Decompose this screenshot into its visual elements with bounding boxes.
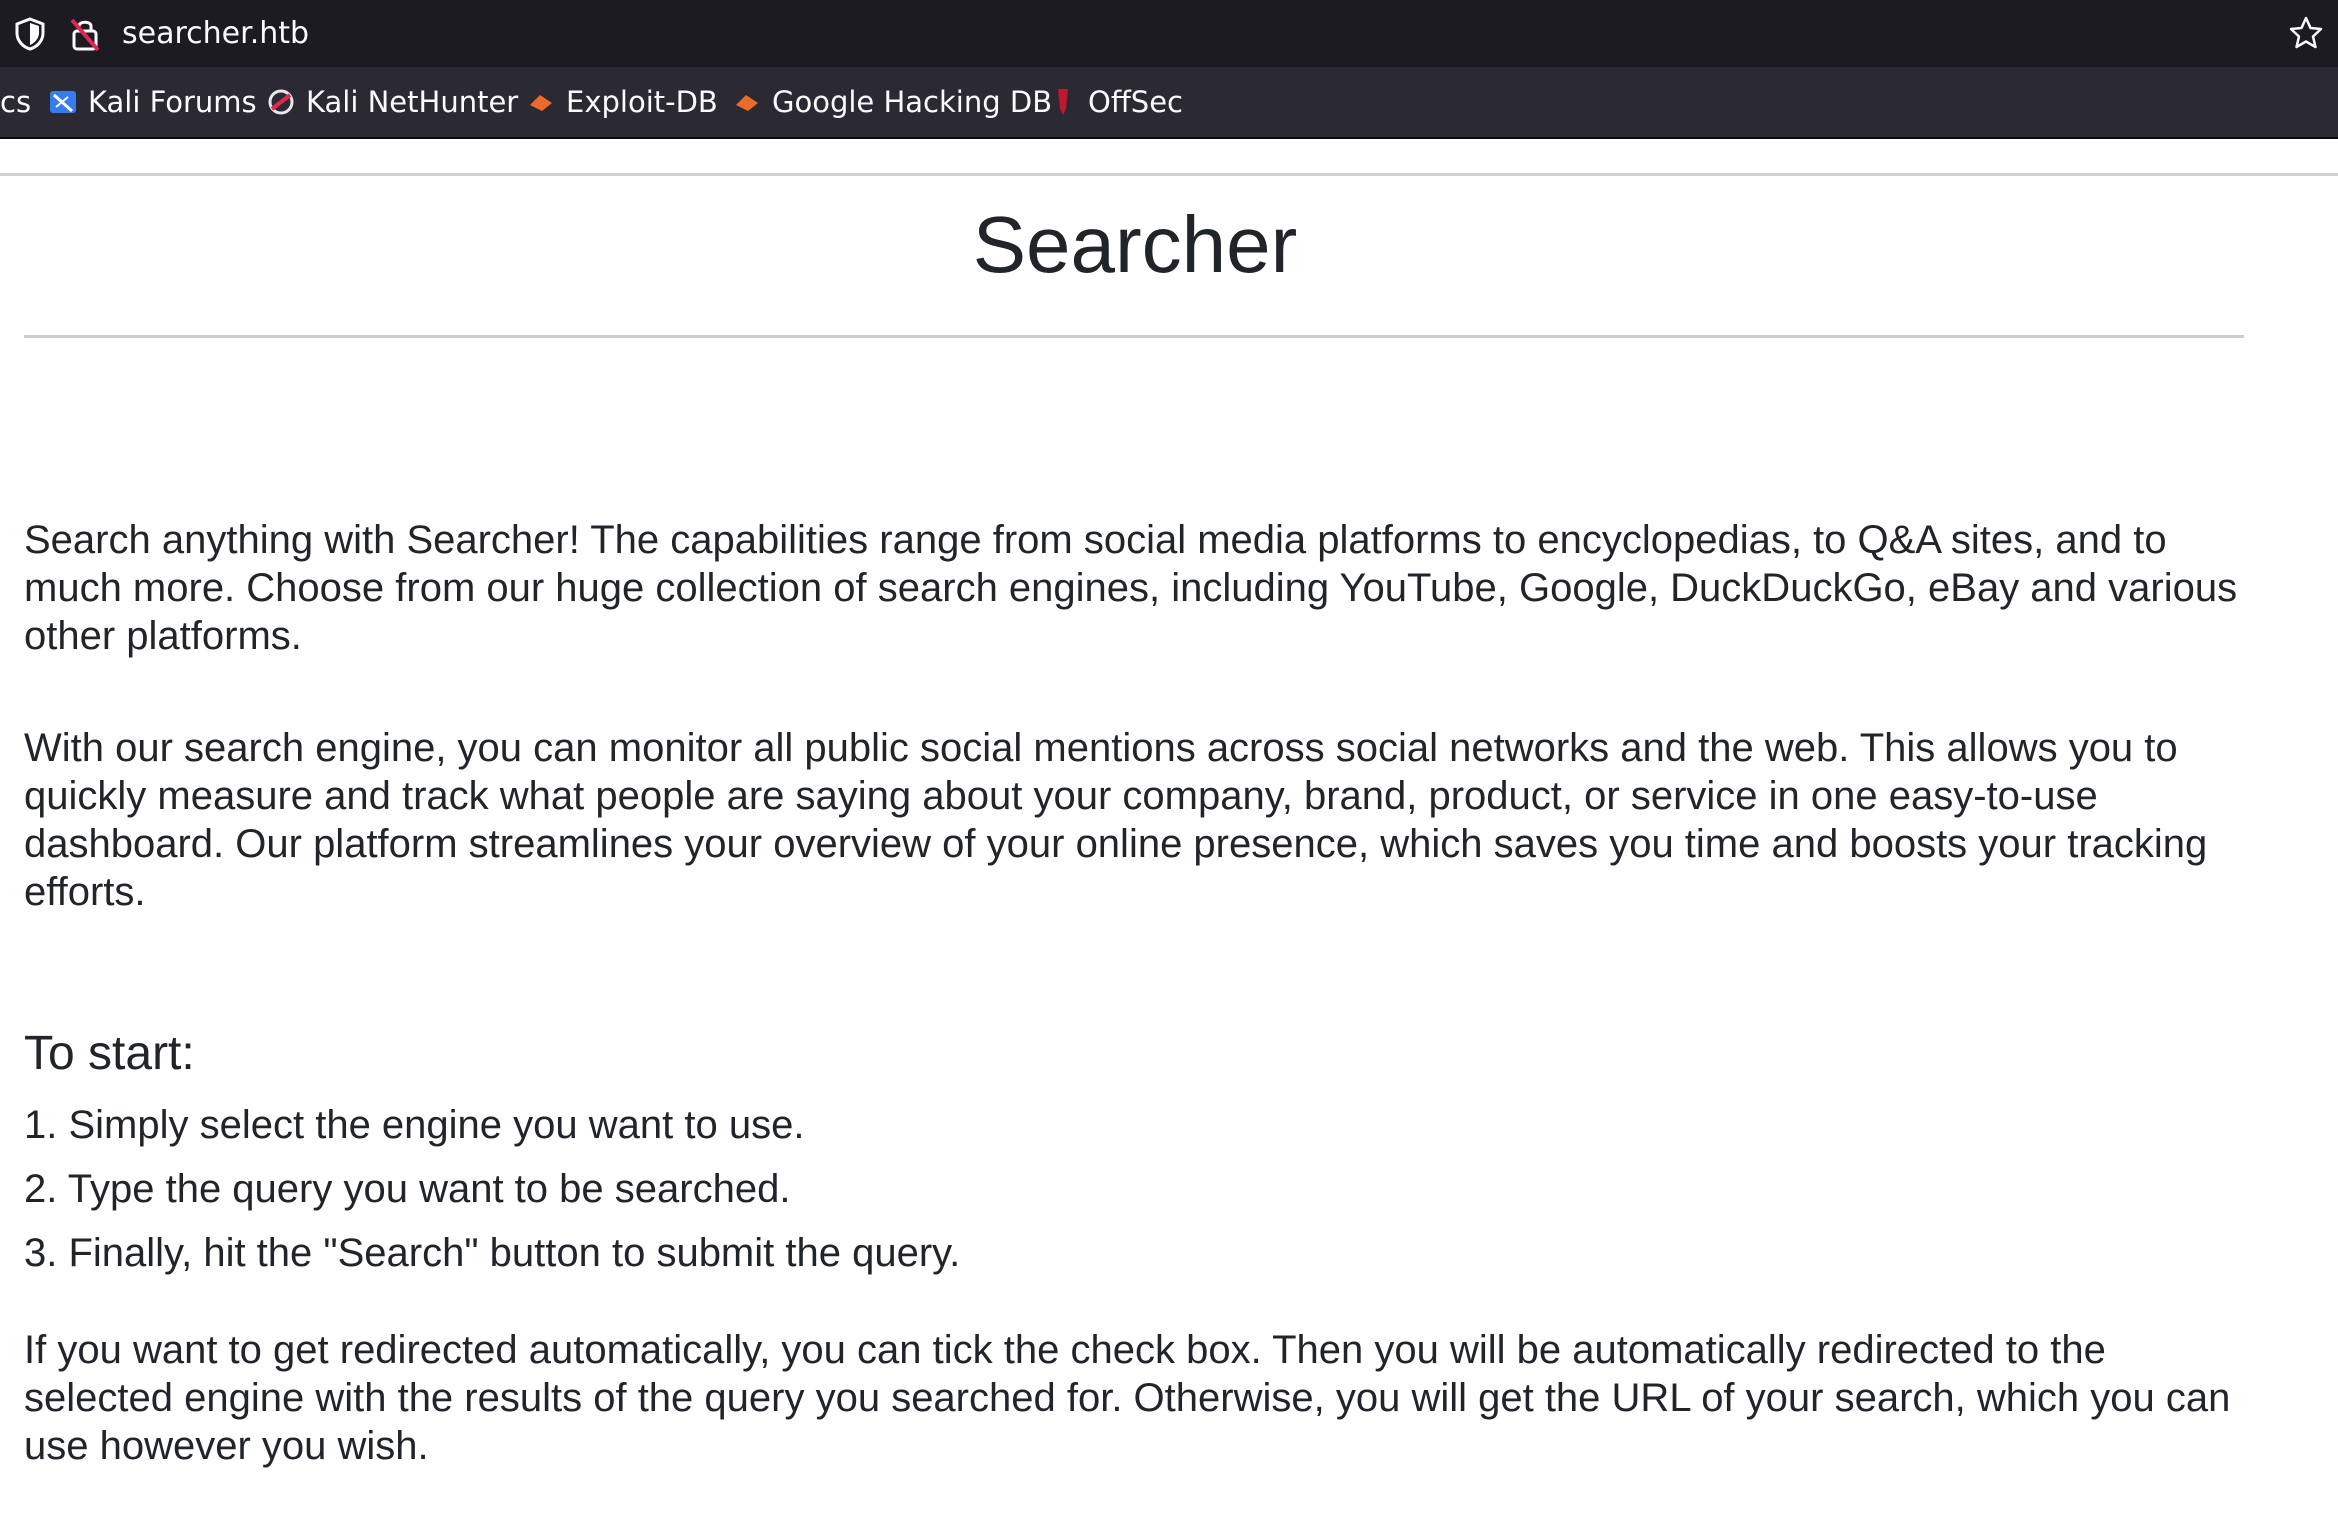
- bookmark-google-hacking-db[interactable]: Google Hacking DB: [732, 67, 1052, 137]
- bookmark-label: Kali NetHunter: [306, 85, 519, 119]
- redirect-note: If you want to get redirected automatica…: [24, 1326, 2254, 1470]
- exploit-db-icon: [530, 95, 552, 111]
- redirect-note-text: If you want to get redirected automatica…: [24, 1328, 2231, 1468]
- bookmarks-toolbar: cs Kali Forums Kali NetHunter Exploit-DB…: [0, 67, 2338, 139]
- bookmark-exploit-db[interactable]: Exploit-DB: [526, 67, 718, 137]
- bookmark-offsec[interactable]: OffSec: [1048, 67, 1183, 137]
- bookmark-label: OffSec: [1088, 85, 1184, 119]
- bookmark-label: cs: [0, 85, 32, 119]
- intro-text-2: With our search engine, you can monitor …: [24, 726, 2208, 914]
- bookmark-label: Google Hacking DB: [772, 85, 1053, 119]
- bookmark-label: Exploit-DB: [566, 85, 718, 119]
- url-text[interactable]: searcher.htb: [122, 14, 309, 54]
- top-divider: [0, 173, 2338, 176]
- bookmark-truncated[interactable]: cs: [0, 67, 31, 137]
- intro-paragraph-2: With our search engine, you can monitor …: [24, 724, 2254, 916]
- shield-icon[interactable]: [14, 17, 46, 51]
- step-1: 1. Simply select the engine you want to …: [24, 1103, 805, 1147]
- page-title: Searcher: [972, 200, 1298, 289]
- bookmark-kali-nethunter[interactable]: Kali NetHunter: [266, 67, 518, 137]
- bookmark-kali-forums[interactable]: Kali Forums: [48, 67, 257, 137]
- step-2: 2. Type the query you want to be searche…: [24, 1167, 791, 1211]
- intro-text-1: Search anything with Searcher! The capab…: [24, 518, 2238, 658]
- intro-paragraph-1: Search anything with Searcher! The capab…: [24, 516, 2254, 660]
- step-3: 3. Finally, hit the "Search" button to s…: [24, 1231, 961, 1275]
- google-hacking-db-icon: [736, 95, 758, 111]
- title-divider: [24, 335, 2244, 338]
- start-heading: To start:: [24, 1027, 195, 1080]
- lock-insecure-icon[interactable]: [70, 16, 100, 52]
- bookmark-star-icon[interactable]: [2288, 15, 2324, 51]
- offsec-icon: [1058, 89, 1068, 115]
- kali-forums-icon: [50, 91, 76, 113]
- url-bar[interactable]: searcher.htb: [0, 0, 2338, 67]
- kali-nethunter-icon: [268, 89, 294, 115]
- bookmark-label: Kali Forums: [88, 85, 257, 119]
